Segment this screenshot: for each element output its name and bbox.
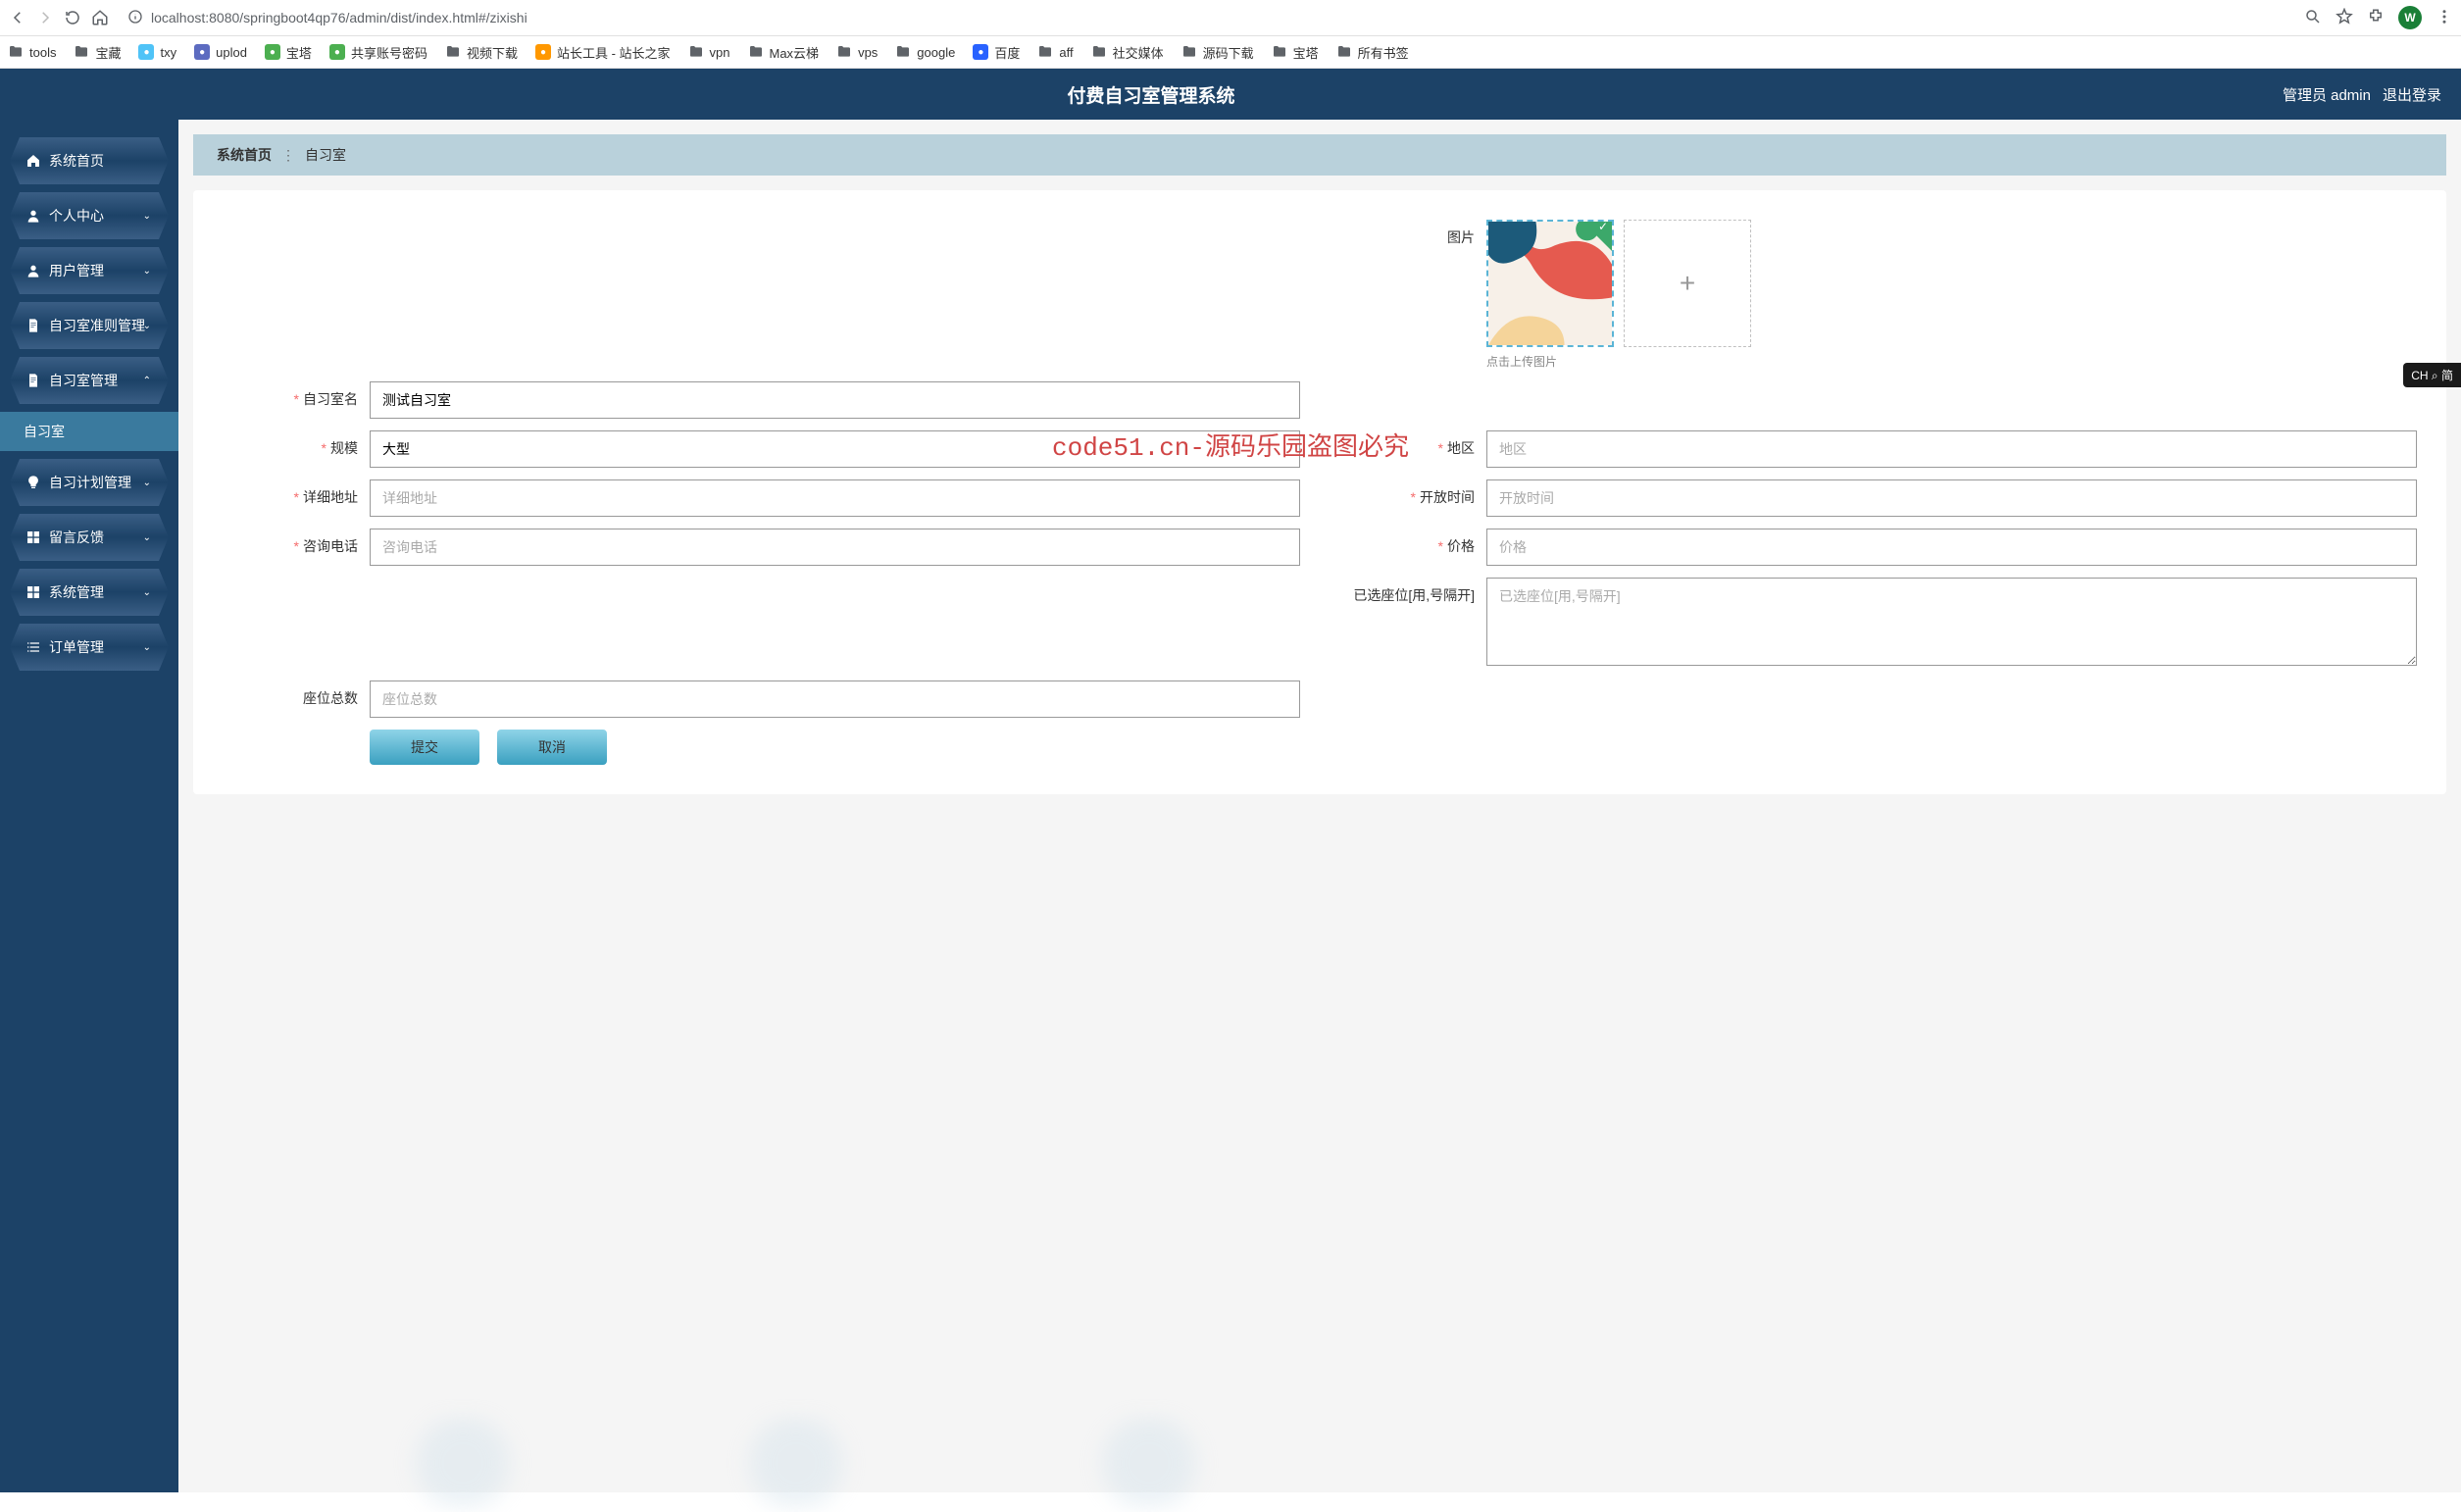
phone-input[interactable] xyxy=(370,529,1300,566)
search-icon[interactable] xyxy=(2304,8,2322,28)
bookmark-item[interactable]: 视频下载 xyxy=(445,43,518,62)
sidebar-item[interactable]: 系统首页 xyxy=(10,137,169,184)
app-title: 付费自习室管理系统 xyxy=(20,81,2283,108)
menu-icon[interactable] xyxy=(2436,8,2453,28)
app-header: 付费自习室管理系统 管理员 admin 退出登录 xyxy=(0,69,2461,120)
star-icon[interactable] xyxy=(2335,8,2353,28)
bookmark-bar: tools 宝藏 ●txy ●uplod ●宝塔 ●共享账号密码视频下载 ●站长工具 - 站… xyxy=(0,36,2461,69)
sidebar-item-label: 自习室准则管理 xyxy=(49,316,145,335)
site-info-icon[interactable] xyxy=(127,9,143,27)
form-card: 图片 + 点击上传图片 xyxy=(193,190,2446,794)
extensions-icon[interactable] xyxy=(2367,8,2385,28)
bookmark-item[interactable]: 宝塔 xyxy=(1272,43,1319,62)
browser-toolbar: localhost:8080/springboot4qp76/admin/dis… xyxy=(0,0,2461,36)
list-icon xyxy=(25,639,41,655)
room-name-input[interactable] xyxy=(370,381,1300,419)
region-input[interactable] xyxy=(1486,430,2417,468)
bookmark-item[interactable]: vps xyxy=(836,44,878,60)
bookmark-item[interactable]: ●共享账号密码 xyxy=(329,43,427,62)
total-seats-input[interactable] xyxy=(370,680,1300,718)
sidebar-item-label: 自习计划管理 xyxy=(49,473,131,492)
sidebar: 系统首页个人中心⌄ 用户管理⌄ 自习室准则管理⌄ 自习室管理⌃ 自习室自习计划管理⌄ 留言… xyxy=(0,120,178,1492)
open-time-input[interactable] xyxy=(1486,479,2417,517)
sidebar-item-label: 用户管理 xyxy=(49,261,104,280)
url-text[interactable]: localhost:8080/springboot4qp76/admin/dis… xyxy=(151,10,527,25)
scale-input[interactable] xyxy=(370,430,1300,468)
ime-badge: CH ⌕ 简 xyxy=(2403,363,2461,387)
address-input[interactable] xyxy=(370,479,1300,517)
grid-icon xyxy=(25,584,41,600)
sidebar-item[interactable]: 个人中心⌄ xyxy=(10,192,169,239)
sidebar-item-label: 留言反馈 xyxy=(49,528,104,547)
bookmark-item[interactable]: 所有书签 xyxy=(1336,43,1409,62)
sidebar-item-label: 自习室管理 xyxy=(49,371,118,390)
main-content: 系统首页 ⋮ 自习室 图片 xyxy=(178,120,2461,1492)
sidebar-item[interactable]: 订单管理⌄ xyxy=(10,624,169,671)
uploaded-image-thumb[interactable] xyxy=(1486,220,1614,347)
grid-icon xyxy=(25,529,41,545)
selected-seats-textarea[interactable] xyxy=(1486,578,2417,666)
bookmark-item[interactable]: vpn xyxy=(688,44,730,60)
sidebar-item-label: 系统首页 xyxy=(49,151,104,171)
bookmark-item[interactable]: Max云梯 xyxy=(748,43,820,62)
sidebar-item[interactable]: 自习计划管理⌄ xyxy=(10,459,169,506)
doc-icon xyxy=(25,373,41,388)
logout-link[interactable]: 退出登录 xyxy=(2383,84,2441,105)
home-button[interactable] xyxy=(90,8,110,27)
cancel-button[interactable]: 取消 xyxy=(497,730,607,765)
breadcrumb: 系统首页 ⋮ 自习室 xyxy=(193,134,2446,176)
bookmark-item[interactable]: ●站长工具 - 站长之家 xyxy=(535,43,671,62)
bookmark-item[interactable]: ●百度 xyxy=(973,43,1020,62)
home-icon xyxy=(25,153,41,169)
price-input[interactable] xyxy=(1486,529,2417,566)
sidebar-item[interactable]: 自习室准则管理⌄ xyxy=(10,302,169,349)
bulb-icon xyxy=(25,475,41,490)
user-icon xyxy=(25,208,41,224)
profile-avatar[interactable]: W xyxy=(2398,6,2422,29)
reload-button[interactable] xyxy=(63,8,82,27)
add-image-button[interactable]: + xyxy=(1624,220,1751,347)
breadcrumb-home[interactable]: 系统首页 xyxy=(217,145,272,165)
bookmark-item[interactable]: 社交媒体 xyxy=(1091,43,1164,62)
doc-icon xyxy=(25,318,41,333)
bookmark-item[interactable]: 宝藏 xyxy=(74,43,121,62)
bookmark-item[interactable]: ●uplod xyxy=(194,44,247,60)
breadcrumb-current: 自习室 xyxy=(305,145,346,165)
user-icon xyxy=(25,263,41,278)
forward-button[interactable] xyxy=(35,8,55,27)
sidebar-item[interactable]: 留言反馈⌄ xyxy=(10,514,169,561)
submit-button[interactable]: 提交 xyxy=(370,730,479,765)
sidebar-item[interactable]: 用户管理⌄ xyxy=(10,247,169,294)
sidebar-item-label: 系统管理 xyxy=(49,582,104,602)
bookmark-item[interactable]: google xyxy=(895,44,955,60)
bookmark-item[interactable]: 源码下载 xyxy=(1181,43,1254,62)
sidebar-item[interactable]: 系统管理⌄ xyxy=(10,569,169,616)
sidebar-item-label: 订单管理 xyxy=(49,637,104,657)
image-hint: 点击上传图片 xyxy=(1486,353,2417,370)
bookmark-item[interactable]: ●宝塔 xyxy=(265,43,312,62)
image-label: 图片 xyxy=(1339,220,1486,255)
bookmark-item[interactable]: tools xyxy=(8,44,56,60)
sidebar-item[interactable]: 自习室管理⌃ xyxy=(10,357,169,404)
bookmark-item[interactable]: ●txy xyxy=(138,44,176,60)
sidebar-item-label: 个人中心 xyxy=(49,206,104,226)
sidebar-sub-item[interactable]: 自习室 xyxy=(0,412,178,451)
bookmark-item[interactable]: aff xyxy=(1037,44,1073,60)
admin-label[interactable]: 管理员 admin xyxy=(2283,84,2371,105)
back-button[interactable] xyxy=(8,8,27,27)
